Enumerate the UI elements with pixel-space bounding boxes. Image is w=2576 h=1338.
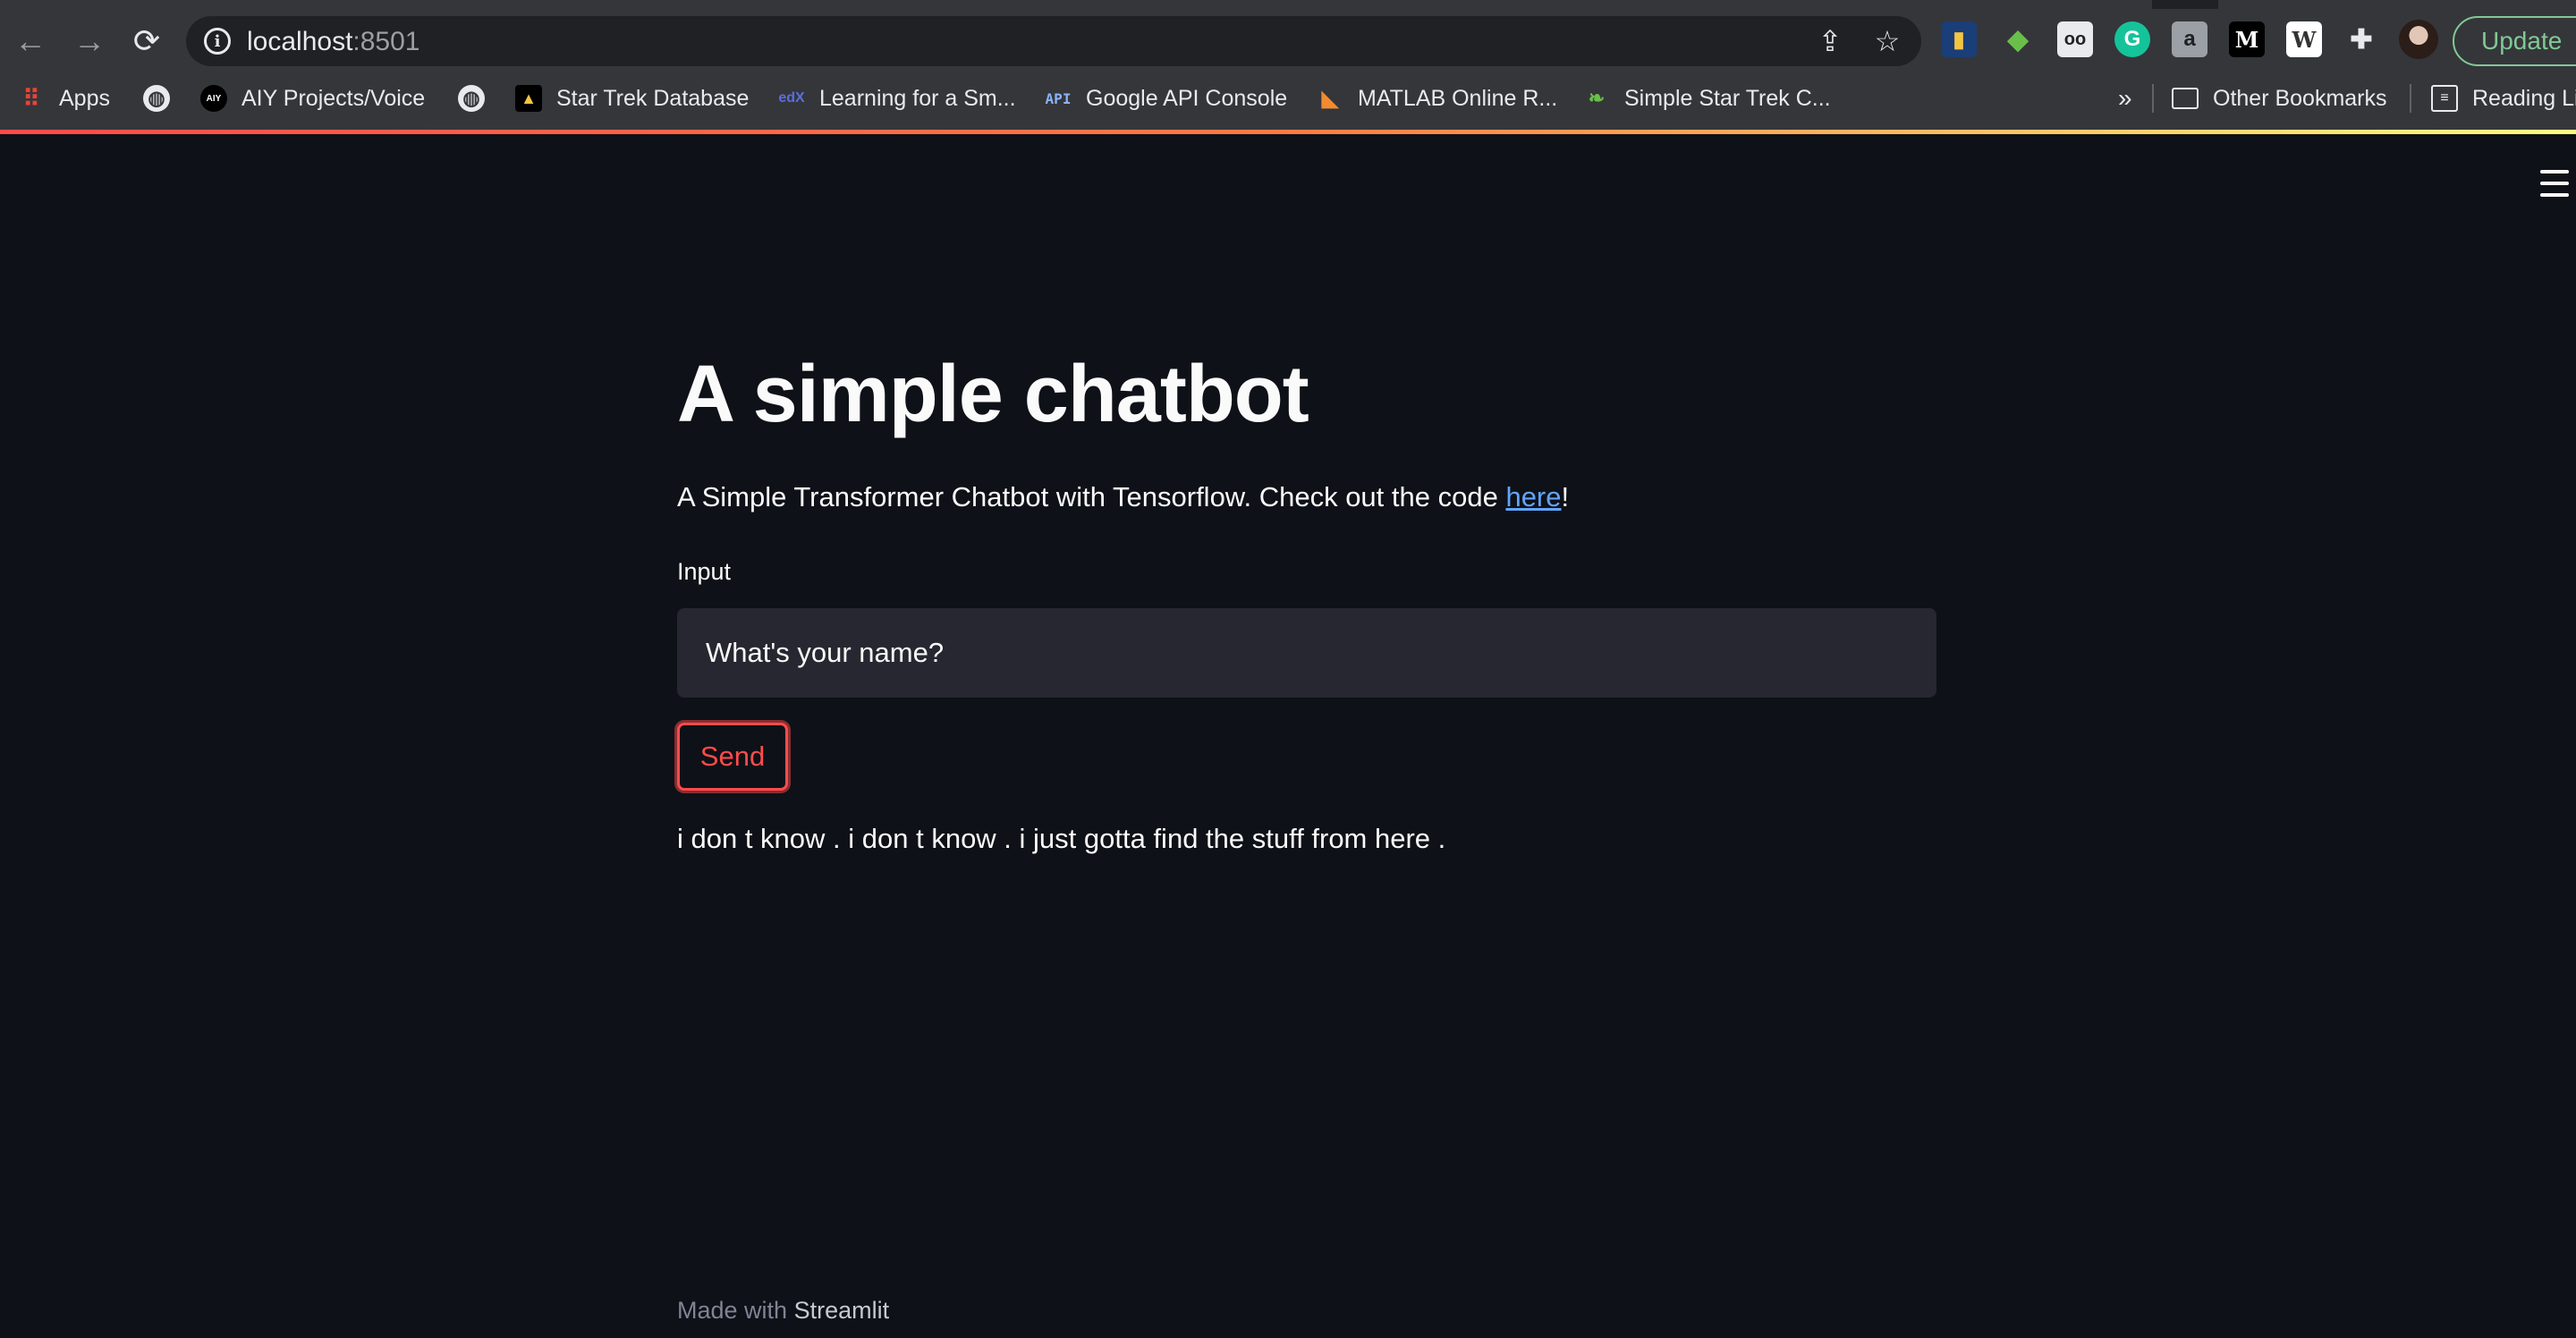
tab-other[interactable] (2218, 0, 2576, 9)
streamlit-link[interactable]: Streamlit (794, 1297, 890, 1324)
bookmark-learning[interactable]: edX Learning for a Sm... (778, 77, 1016, 120)
bookmarks-divider (2410, 84, 2411, 113)
matlab-icon: ◣ (1321, 86, 1339, 111)
a-extension-icon[interactable]: a (2172, 21, 2207, 57)
tab-active[interactable] (0, 0, 2152, 9)
bookmark-label: Other Bookmarks (2213, 85, 2387, 111)
glasses-extension-icon[interactable]: oo (2057, 21, 2093, 57)
reload-button[interactable]: ⟳ (122, 16, 172, 66)
send-button[interactable]: Send (677, 723, 788, 791)
input-label: Input (677, 558, 732, 585)
medium-extension-icon[interactable]: M (2229, 21, 2265, 57)
reading-list-label: Reading Li (2472, 85, 2576, 111)
footer: Made with Streamlit (677, 1297, 889, 1325)
profile-avatar[interactable] (2399, 20, 2438, 59)
url-text: localhost:8501 (247, 27, 419, 57)
bookmark-star-trek-database[interactable]: ▲ Star Trek Database (515, 77, 749, 120)
bookmark-google-api[interactable]: API Google API Console (1045, 77, 1288, 120)
bookmarks-overflow-button[interactable]: » (2118, 77, 2132, 120)
share-icon[interactable]: ⇪ (1812, 23, 1848, 59)
subtitle-text: A Simple Transformer Chatbot with Tensor… (677, 481, 1506, 512)
reading-list-icon: ≡ (2431, 85, 2458, 112)
apps-grid-icon: ⠿ (22, 84, 40, 112)
code-link[interactable]: here (1505, 481, 1561, 512)
bookmark-matlab[interactable]: ◣ MATLAB Online R... (1317, 77, 1557, 120)
bookmark-star-icon[interactable]: ☆ (1869, 23, 1905, 59)
globe-icon: ◍ (143, 85, 170, 112)
bookmark-label: Star Trek Database (556, 85, 750, 111)
globe-icon: ◍ (458, 85, 485, 112)
folder-icon (2172, 88, 2199, 109)
chat-input[interactable] (677, 608, 1936, 698)
tab-strip (0, 0, 2576, 9)
bookmark-label: Simple Star Trek C... (1624, 85, 1831, 111)
green-cube-extension-icon[interactable]: ◆ (2000, 21, 2036, 57)
w-extension-icon[interactable]: W (2286, 21, 2322, 57)
bookmark-globe-2[interactable]: ◍ (458, 77, 485, 120)
bookmarks-divider (2152, 84, 2154, 113)
chatbot-response: i don t know . i don t know . i just got… (677, 823, 1446, 854)
bookmark-globe-1[interactable]: ◍ (143, 77, 170, 120)
bookmark-apps[interactable]: ⠿ Apps (18, 77, 110, 120)
puzzle-icon[interactable]: ✚ (2343, 21, 2379, 57)
page-title: A simple chatbot (677, 350, 1309, 439)
subtitle: A Simple Transformer Chatbot with Tensor… (677, 481, 1569, 513)
edx-icon: edX (778, 90, 805, 106)
chart-extension-icon[interactable]: ▮ (1941, 21, 1977, 57)
update-button[interactable]: Update (2453, 16, 2576, 66)
bookmark-label: Apps (59, 85, 110, 111)
bookmark-aiy[interactable]: AIY AIY Projects/Voice (200, 77, 425, 120)
hamburger-menu-icon[interactable] (2540, 170, 2569, 197)
url-port: :8501 (352, 27, 420, 56)
bookmark-label: AIY Projects/Voice (242, 85, 426, 111)
bookmark-simple-star-trek[interactable]: ❧ Simple Star Trek C... (1583, 77, 1831, 120)
url-host: localhost (247, 27, 353, 56)
api-icon: API (1045, 89, 1072, 107)
site-info-icon[interactable]: i (204, 28, 231, 55)
bookmark-label: Google API Console (1086, 85, 1288, 111)
grammarly-extension-icon[interactable]: G (2114, 21, 2150, 57)
leaf-icon: ❧ (1588, 87, 1606, 109)
bookmark-label: MATLAB Online R... (1358, 85, 1558, 111)
aiy-icon: AIY (200, 85, 227, 112)
browser-chrome: ← → ⟳ i localhost:8501 ⇪ ☆ ▮ ◆ oo G a M … (0, 0, 2576, 131)
star-trek-icon: ▲ (515, 85, 542, 112)
bookmark-other[interactable]: Other Bookmarks (2172, 77, 2387, 120)
reading-list[interactable]: ≡ Reading Li (2431, 77, 2576, 120)
bookmarks-bar: ⠿ Apps ◍ AIY AIY Projects/Voice ◍ ▲ Star… (0, 77, 2576, 120)
bookmark-label: Learning for a Sm... (819, 85, 1016, 111)
footer-text: Made with (677, 1297, 794, 1324)
address-bar[interactable]: i localhost:8501 ⇪ ☆ (186, 16, 1921, 66)
streamlit-header-decoration (0, 130, 2576, 134)
forward-button[interactable]: → (64, 16, 114, 66)
subtitle-suffix: ! (1561, 481, 1570, 512)
back-button[interactable]: ← (5, 16, 55, 66)
